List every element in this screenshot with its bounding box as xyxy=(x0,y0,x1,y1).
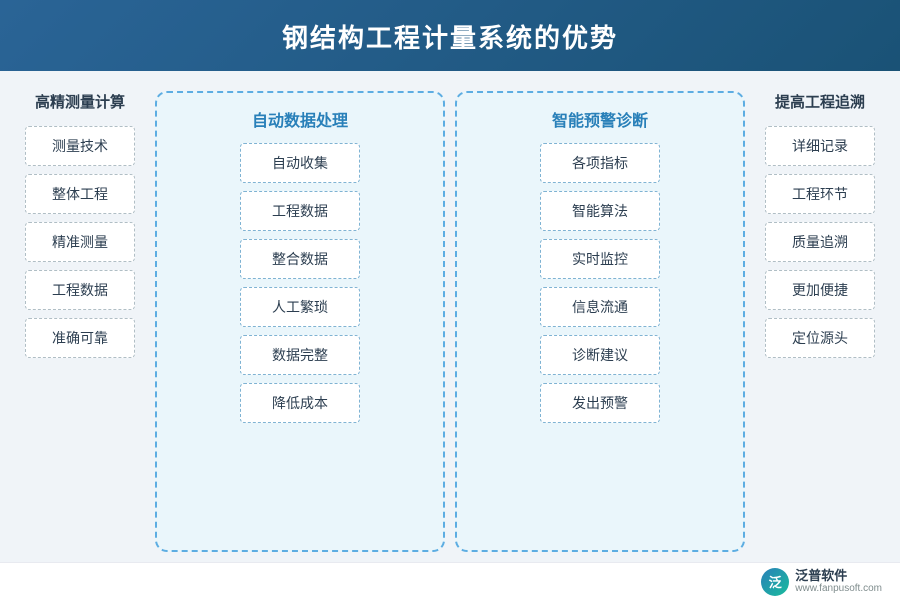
list-item: 工程数据 xyxy=(240,191,360,231)
list-item: 整体工程 xyxy=(25,174,135,214)
middle-left-panel: 自动数据处理 自动收集 工程数据 整合数据 人工繁琐 数据完整 降低成本 xyxy=(155,91,445,552)
list-item: 自动收集 xyxy=(240,143,360,183)
watermark-logo-icon: 泛 xyxy=(761,568,789,596)
watermark: 泛 泛普软件 www.fanpusoft.com xyxy=(761,568,882,596)
left-column: 高精测量计算 测量技术 整体工程 精准测量 工程数据 准确可靠 xyxy=(15,91,145,552)
middle-wrapper: 自动数据处理 自动收集 工程数据 整合数据 人工繁琐 数据完整 降低成本 智能预… xyxy=(155,91,745,552)
header: 钢结构工程计量系统的优势 xyxy=(0,0,900,71)
list-item: 智能算法 xyxy=(540,191,660,231)
list-item: 诊断建议 xyxy=(540,335,660,375)
middle-left-title: 自动数据处理 xyxy=(252,107,348,131)
watermark-url: www.fanpusoft.com xyxy=(795,583,882,595)
page-wrapper: 钢结构工程计量系统的优势 高精测量计算 测量技术 整体工程 精准测量 工程数据 … xyxy=(0,0,900,600)
list-item: 人工繁琐 xyxy=(240,287,360,327)
list-item: 工程数据 xyxy=(25,270,135,310)
watermark-text: 泛普软件 www.fanpusoft.com xyxy=(795,568,882,596)
left-col-title: 高精测量计算 xyxy=(35,91,125,112)
list-item: 定位源头 xyxy=(765,318,875,358)
list-item: 实时监控 xyxy=(540,239,660,279)
list-item: 质量追溯 xyxy=(765,222,875,262)
page-title: 钢结构工程计量系统的优势 xyxy=(0,18,900,55)
list-item: 工程环节 xyxy=(765,174,875,214)
list-item: 数据完整 xyxy=(240,335,360,375)
list-item: 测量技术 xyxy=(25,126,135,166)
main-content: 高精测量计算 测量技术 整体工程 精准测量 工程数据 准确可靠 自动数据处理 自… xyxy=(0,71,900,562)
list-item: 发出预警 xyxy=(540,383,660,423)
middle-right-panel: 智能预警诊断 各项指标 智能算法 实时监控 信息流通 诊断建议 发出预警 xyxy=(455,91,745,552)
list-item: 降低成本 xyxy=(240,383,360,423)
list-item: 信息流通 xyxy=(540,287,660,327)
middle-right-title: 智能预警诊断 xyxy=(552,107,648,131)
list-item: 详细记录 xyxy=(765,126,875,166)
watermark-name: 泛普软件 xyxy=(795,568,882,584)
list-item: 整合数据 xyxy=(240,239,360,279)
footer: 泛 泛普软件 www.fanpusoft.com xyxy=(0,562,900,600)
right-column: 提高工程追溯 详细记录 工程环节 质量追溯 更加便捷 定位源头 xyxy=(755,91,885,552)
list-item: 更加便捷 xyxy=(765,270,875,310)
list-item: 各项指标 xyxy=(540,143,660,183)
list-item: 准确可靠 xyxy=(25,318,135,358)
list-item: 精准测量 xyxy=(25,222,135,262)
right-col-title: 提高工程追溯 xyxy=(775,91,865,112)
